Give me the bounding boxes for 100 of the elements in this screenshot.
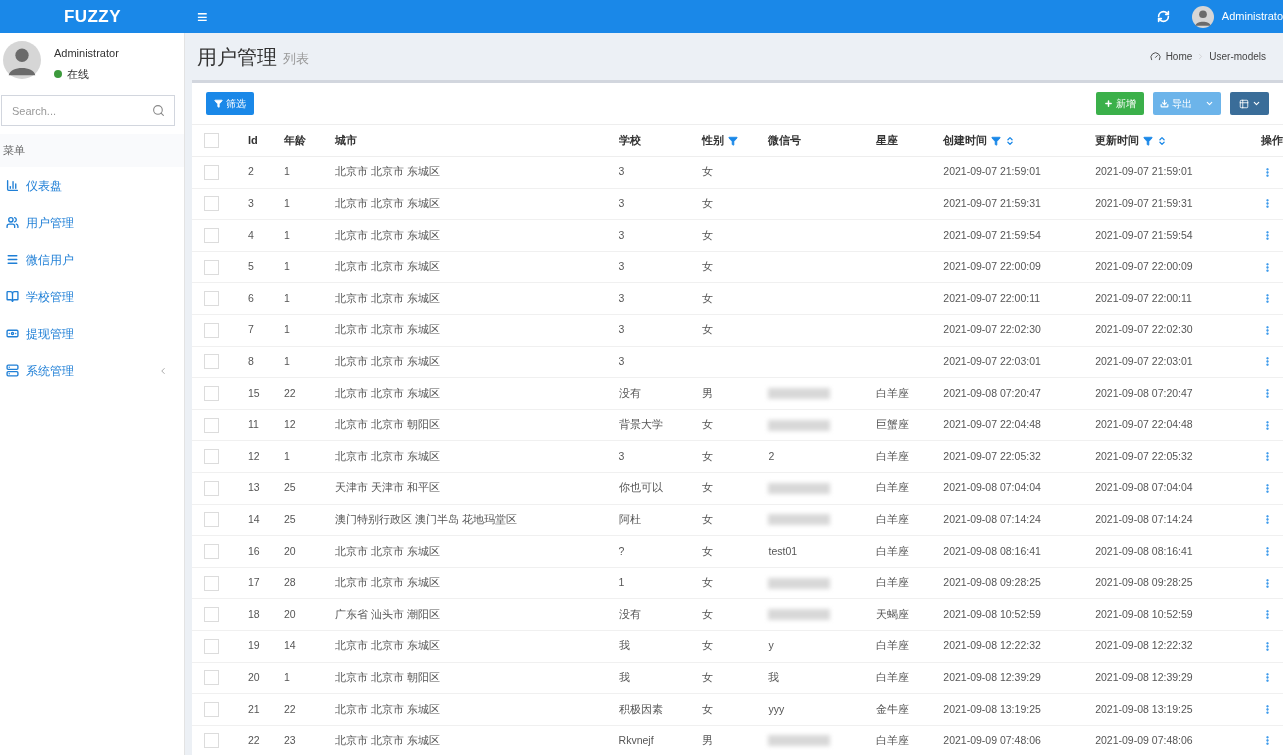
table-cell: 没有 [618, 607, 641, 620]
table-cell: 女 [701, 260, 713, 273]
table-cell: 1 [618, 576, 625, 589]
row-checkbox[interactable] [204, 480, 219, 496]
row-checkbox[interactable] [204, 385, 219, 401]
row-checkbox[interactable] [204, 733, 219, 749]
filter-icon[interactable] [991, 135, 1002, 146]
table-cell: 背景大学 [618, 418, 663, 431]
table-cell: 23 [283, 734, 296, 747]
table-cell: 1 [283, 228, 290, 241]
column-header[interactable]: 操作 [1261, 132, 1283, 149]
row-checkbox[interactable] [204, 196, 219, 212]
filter-icon[interactable] [1143, 135, 1154, 146]
table-cell: Rkvnejf [618, 734, 654, 747]
row-checkbox[interactable] [204, 670, 219, 686]
table-cell: 白羊座 [876, 734, 910, 747]
table-cell: 2021-09-09 07:48:06 [1095, 734, 1193, 747]
row-checkbox[interactable] [204, 512, 219, 528]
table-cell: 没有 [618, 386, 641, 399]
table-cell: 1 [283, 323, 290, 336]
table-cell: yyy [768, 702, 785, 715]
row-checkbox[interactable] [204, 259, 219, 275]
table-cell: 28 [283, 576, 296, 589]
menu-toggle[interactable]: ≡ [197, 7, 208, 26]
user-name[interactable]: Administrato [1221, 8, 1283, 25]
filter-button[interactable]: 筛选 [206, 92, 254, 115]
table-cell: 22 [283, 386, 296, 399]
brand-logo[interactable]: FUZZY [64, 3, 121, 30]
refresh-icon[interactable] [1156, 10, 1170, 23]
sidebar-item[interactable]: 学校管理 [0, 278, 184, 315]
table-cell: 2021-09-07 21:59:31 [943, 197, 1041, 209]
blurred-text [768, 577, 831, 589]
column-header[interactable]: 星座 [876, 132, 899, 149]
table-cell: 2021-09-07 21:59:54 [943, 228, 1041, 241]
table-cell: 北京市 北京市 东城区 [334, 544, 440, 557]
table-cell: 北京市 北京市 东城区 [334, 702, 440, 715]
row-checkbox[interactable] [204, 575, 219, 591]
table-cell: 1 [283, 355, 290, 367]
column-header[interactable]: 创建时间 [943, 132, 1016, 149]
row-checkbox[interactable] [204, 291, 219, 307]
row-checkbox[interactable] [204, 164, 219, 180]
search-field[interactable]: Search... [1, 95, 175, 126]
column-header[interactable]: 学校 [618, 132, 641, 149]
row-checkbox[interactable] [204, 417, 219, 433]
table-cell: 3 [618, 260, 625, 273]
table-cell: 2021-09-07 22:05:32 [1095, 449, 1193, 462]
table-cell: 12 [247, 449, 260, 462]
table-cell: 1 [283, 260, 290, 273]
column-header[interactable]: 性别 [701, 132, 738, 149]
page-subtitle: 列表 [283, 49, 309, 68]
row-checkbox[interactable] [204, 701, 219, 717]
table-cell: 3 [618, 323, 625, 336]
columns-button[interactable] [1230, 92, 1269, 115]
breadcrumb-link[interactable]: Home [1165, 49, 1193, 64]
search-icon[interactable] [152, 104, 165, 117]
row-checkbox[interactable] [204, 543, 219, 559]
table-cell: 北京市 北京市 东城区 [334, 260, 440, 273]
table-cell: 北京市 北京市 东城区 [334, 291, 440, 304]
table-cell: 你也可以 [618, 481, 663, 494]
sort-icon[interactable] [1157, 135, 1168, 146]
table-cell: 女 [701, 702, 713, 715]
table-cell: 女 [701, 418, 713, 431]
table-cell: 2021-09-07 22:03:01 [1095, 355, 1193, 367]
sidebar-item[interactable]: 用户管理 [0, 204, 184, 241]
table-cell: 3 [618, 228, 625, 241]
column-header[interactable]: 微信号 [768, 132, 802, 149]
table-cell: 白羊座 [876, 544, 910, 557]
row-checkbox[interactable] [204, 449, 219, 465]
sidebar-item[interactable]: 系统管理 [0, 352, 184, 389]
table-cell: 北京市 北京市 东城区 [334, 734, 440, 747]
table-cell: 天津市 天津市 和平区 [334, 481, 440, 494]
row-checkbox[interactable] [204, 607, 219, 623]
table-cell: 白羊座 [876, 386, 910, 399]
table-cell: 女 [701, 449, 713, 462]
table-cell: 男 [701, 734, 713, 747]
table-cell: 3 [618, 291, 625, 304]
row-checkbox[interactable] [204, 133, 219, 148]
table-cell: 女 [701, 670, 713, 683]
table-cell: 2021-09-08 07:20:47 [943, 386, 1041, 399]
sidebar-item[interactable]: 微信用户 [0, 241, 184, 278]
table-cell: 2021-09-08 12:22:32 [943, 639, 1041, 652]
breadcrumb-link[interactable]: User-models [1209, 49, 1266, 64]
table-cell: 女 [701, 228, 713, 241]
plus-icon [1104, 99, 1113, 108]
table-cell: 19 [247, 639, 260, 652]
filter-icon[interactable] [727, 135, 738, 146]
row-checkbox[interactable] [204, 638, 219, 654]
table-cell: 2021-09-07 22:02:30 [1095, 323, 1193, 336]
sidebar-item[interactable]: 提现管理 [0, 315, 184, 352]
column-header[interactable]: 年龄 [283, 132, 306, 149]
avatar-icon [1191, 5, 1214, 28]
column-header[interactable]: 城市 [334, 132, 357, 149]
column-header[interactable]: Id [247, 132, 258, 149]
row-checkbox[interactable] [204, 322, 219, 338]
column-header[interactable]: 更新时间 [1095, 132, 1168, 149]
row-checkbox[interactable] [204, 354, 219, 370]
row-checkbox[interactable] [204, 228, 219, 243]
sort-icon[interactable] [1005, 135, 1016, 146]
sidebar-item[interactable]: 仪表盘 [0, 167, 184, 204]
table-cell: 1 [283, 165, 290, 178]
